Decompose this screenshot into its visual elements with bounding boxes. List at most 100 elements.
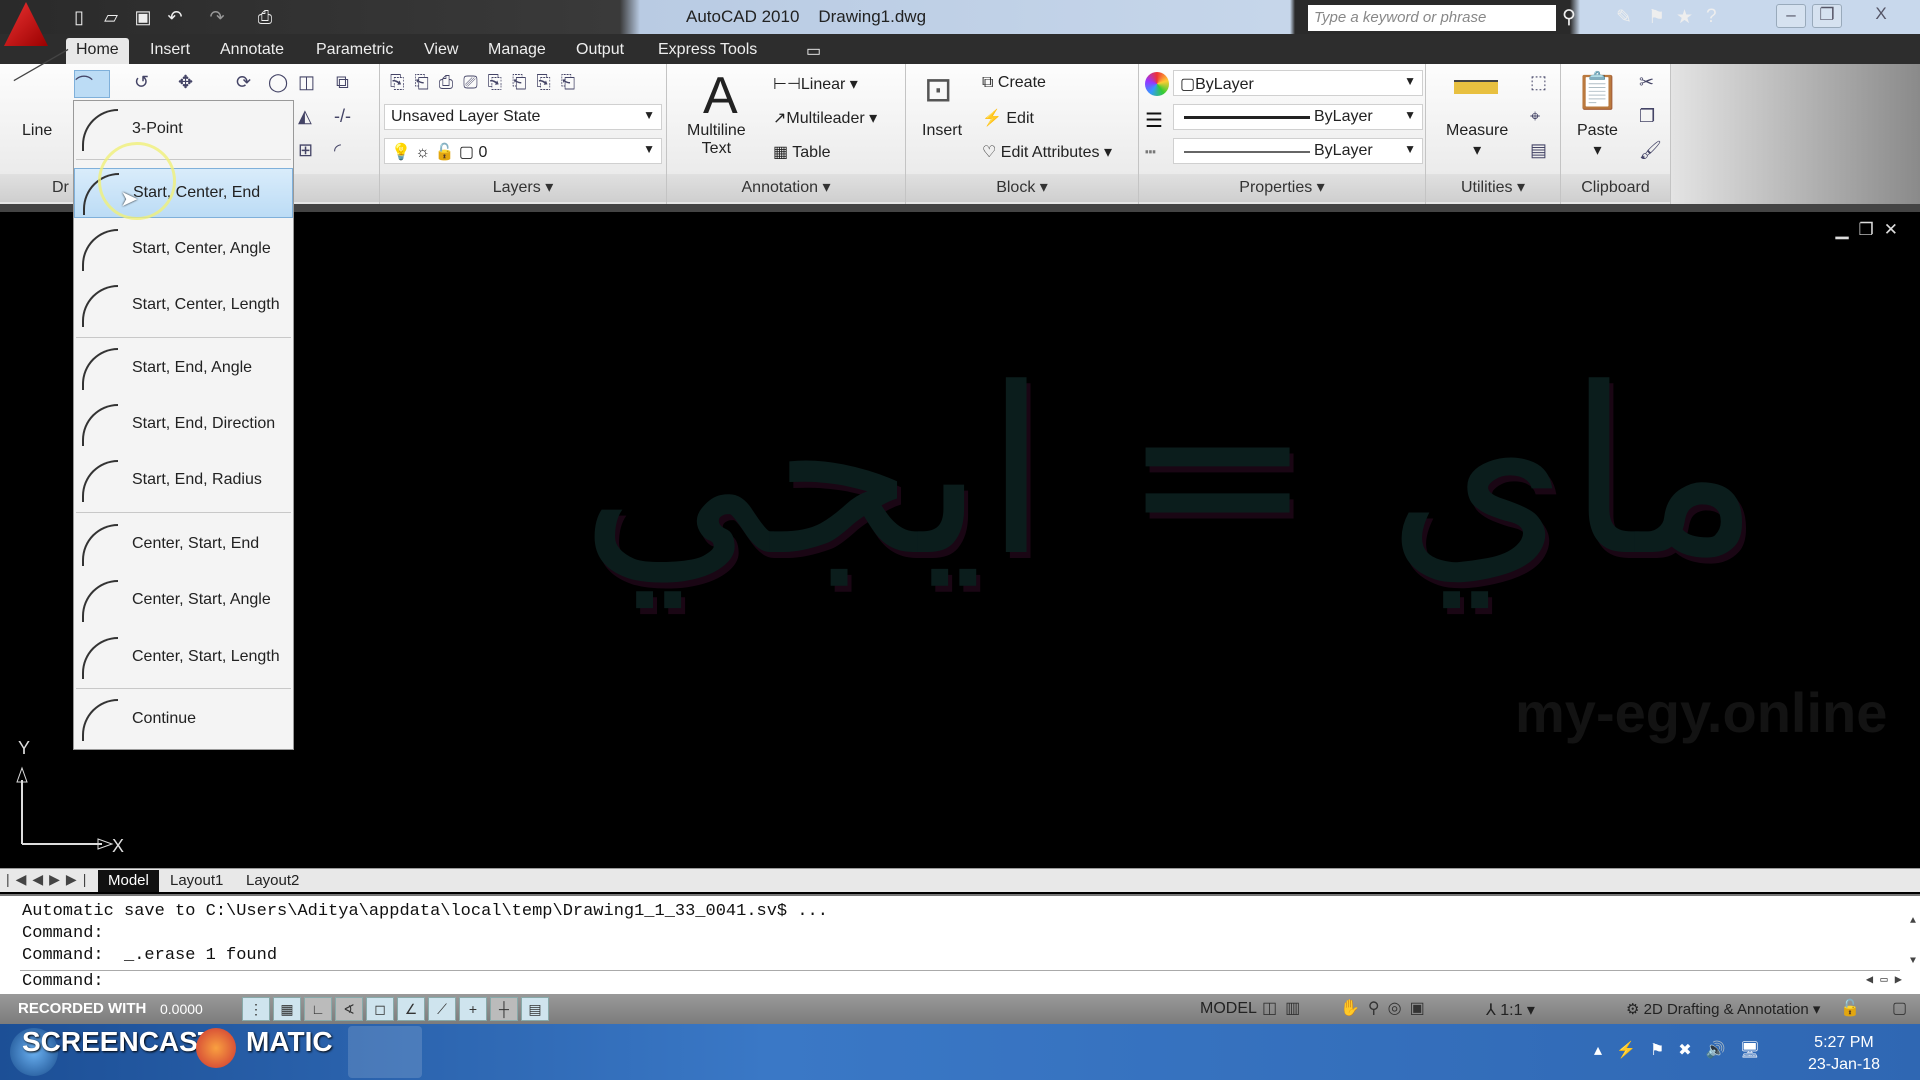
command-scrollbar[interactable]: ▲ ▼ xyxy=(1910,902,1916,982)
layer-dropdown[interactable]: 💡 ☼ 🔓 ▢ 0 ▼ xyxy=(384,138,662,164)
menu-item-center-start-angle[interactable]: Center, Start, Angle xyxy=(74,576,293,626)
tab-manage[interactable]: Manage xyxy=(478,38,556,64)
match-properties-icon[interactable]: 🖌 xyxy=(1639,140,1662,161)
menu-item-start-end-radius[interactable]: Start, End, Radius xyxy=(74,456,293,506)
osnap-toggle[interactable]: ◻ xyxy=(366,997,394,1021)
fillet-icon[interactable]: ◜ xyxy=(334,140,341,161)
menu-item-start-end-direction[interactable]: Start, End, Direction xyxy=(74,400,293,450)
tab-home[interactable]: Home xyxy=(66,38,129,64)
lock-toolbar-icon[interactable]: 🔓 xyxy=(1840,998,1860,1018)
help-icon[interactable]: ? xyxy=(1706,6,1717,28)
snap-toggle[interactable]: ⋮ xyxy=(242,997,270,1021)
explode-icon[interactable]: ⊞ xyxy=(298,140,313,161)
multiline-text-button[interactable]: Multiline Text xyxy=(687,122,746,158)
ortho-toggle[interactable]: ∟ xyxy=(304,997,332,1021)
otrack-toggle[interactable]: ∠ xyxy=(397,997,425,1021)
tab-layout2[interactable]: Layout2 xyxy=(236,870,309,892)
workspace-switcher[interactable]: ⚙ 2D Drafting & Annotation ▾ xyxy=(1626,1000,1820,1018)
menu-item-3-point[interactable]: 3-Point xyxy=(74,105,293,155)
restore-button[interactable]: ❐ xyxy=(1812,4,1842,28)
edit-attributes-button[interactable]: ♡ Edit Attributes ▾ xyxy=(982,142,1112,162)
taskbar-app-button[interactable] xyxy=(348,1026,422,1078)
new-icon[interactable]: ▯ xyxy=(68,6,90,28)
linetype-dropdown[interactable]: ByLayer ▼ xyxy=(1173,138,1423,164)
minimize-button[interactable]: – xyxy=(1776,4,1806,28)
create-block-button[interactable]: ⧉ Create xyxy=(982,74,1046,92)
undo-icon[interactable]: ↶ xyxy=(164,6,186,28)
lineweight-toggle[interactable]: ┼ xyxy=(490,997,518,1021)
wrench-icon[interactable]: ✎ xyxy=(1616,6,1632,29)
grid-toggle[interactable]: ▦ xyxy=(273,997,301,1021)
arc-button[interactable]: ⌒ xyxy=(74,70,110,98)
clean-screen-icon[interactable]: ▢ xyxy=(1892,998,1907,1018)
redo-icon[interactable]: ↷ xyxy=(206,6,228,28)
viewport-controls[interactable]: ▁❐✕ xyxy=(1835,220,1908,240)
dyn-toggle[interactable]: + xyxy=(459,997,487,1021)
paste-button[interactable]: Paste ▾ xyxy=(1577,122,1618,160)
tab-annotate[interactable]: Annotate xyxy=(210,38,294,64)
star-icon[interactable]: ★ xyxy=(1676,6,1693,29)
tab-express-tools[interactable]: Express Tools xyxy=(648,38,767,64)
ducs-toggle[interactable]: ⟋ xyxy=(428,997,456,1021)
navigation-icons[interactable]: ✋⚲◎▣ xyxy=(1340,998,1433,1018)
block-panel-label[interactable]: Block ▾ xyxy=(906,174,1138,202)
ribbon-minimize-icon[interactable]: ▭ xyxy=(796,38,831,64)
tab-model[interactable]: Model xyxy=(98,870,159,892)
calculator-icon[interactable]: ▤ xyxy=(1530,140,1547,161)
cut-icon[interactable]: ✂ xyxy=(1639,72,1654,93)
annotation-panel-label[interactable]: Annotation ▾ xyxy=(667,174,905,202)
rotate2-icon[interactable]: ◯ xyxy=(268,72,288,93)
array-icon[interactable]: ⧉ xyxy=(336,72,349,93)
layout-nav-arrows[interactable]: |◀◀▶▶| xyxy=(6,871,92,888)
tab-view[interactable]: View xyxy=(414,38,468,64)
copy-clip-icon[interactable]: ❐ xyxy=(1639,106,1655,127)
menu-item-start-center-angle[interactable]: Start, Center, Angle xyxy=(74,225,293,275)
copy-icon[interactable]: ⟳ xyxy=(236,72,251,93)
polar-toggle[interactable]: ∢ xyxy=(335,997,363,1021)
firefox-icon[interactable] xyxy=(196,1028,236,1068)
layout-view-icons[interactable]: ◫▥ xyxy=(1262,998,1308,1018)
layers-panel-label[interactable]: Layers ▾ xyxy=(380,174,666,202)
plot-icon[interactable]: ⎙ xyxy=(254,6,276,28)
layer-tools-icons[interactable]: ⎘⎗⎙⎚⎘⎗⎘⎗ xyxy=(390,72,585,93)
table-button[interactable]: ▦ Table xyxy=(773,142,831,162)
model-button[interactable]: MODEL xyxy=(1200,1000,1257,1018)
menu-item-start-end-angle[interactable]: Start, End, Angle xyxy=(74,344,293,394)
horizontal-scrollbar[interactable]: ◀ ▭ ▶ xyxy=(1866,972,1902,987)
quick-select-icon[interactable]: ⬚ xyxy=(1530,72,1547,93)
clock[interactable]: 5:27 PM 23-Jan-18 xyxy=(1808,1032,1880,1076)
lineweight-dropdown[interactable]: ByLayer ▼ xyxy=(1173,104,1423,130)
close-button[interactable]: X xyxy=(1866,4,1896,28)
linear-button[interactable]: ⊢⊣Linear ▾ xyxy=(773,74,858,94)
tab-layout1[interactable]: Layout1 xyxy=(160,870,233,892)
tab-parametric[interactable]: Parametric xyxy=(306,38,403,64)
break-icon[interactable]: -/- xyxy=(334,106,351,127)
line-button[interactable]: Line xyxy=(22,122,52,140)
menu-item-start-center-length[interactable]: Start, Center, Length xyxy=(74,281,293,331)
measure-button[interactable]: Measure ▾ xyxy=(1446,122,1508,160)
binoculars-icon[interactable]: ⚲ xyxy=(1562,6,1576,29)
insert-button[interactable]: Insert xyxy=(922,122,962,140)
tab-insert[interactable]: Insert xyxy=(140,38,200,64)
menu-item-continue[interactable]: Continue xyxy=(74,695,293,745)
search-input[interactable]: Type a keyword or phrase xyxy=(1308,5,1556,31)
system-tray-icons[interactable]: ▴⚡⚑✖🔊🖥 xyxy=(1594,1040,1774,1060)
command-window[interactable]: Automatic save to C:\Users\Aditya\appdat… xyxy=(0,894,1920,994)
layer-state-dropdown[interactable]: Unsaved Layer State ▼ xyxy=(384,104,662,130)
satellite-icon[interactable]: ⚑ xyxy=(1648,6,1665,29)
scale-icon[interactable]: ◫ xyxy=(298,72,315,93)
annotation-scale[interactable]: ⅄ 1:1 ▾ xyxy=(1486,1000,1535,1020)
quick-properties-toggle[interactable]: ▤ xyxy=(521,997,549,1021)
multileader-button[interactable]: ↗Multileader ▾ xyxy=(773,108,877,128)
mirror-icon[interactable]: ◭ xyxy=(298,106,312,127)
move-icon[interactable]: ✥ xyxy=(178,72,193,93)
tab-output[interactable]: Output xyxy=(566,38,634,64)
rotate-icon[interactable]: ↺ xyxy=(134,72,149,93)
menu-item-center-start-length[interactable]: Center, Start, Length xyxy=(74,633,293,683)
open-icon[interactable]: ▱ xyxy=(100,6,122,28)
clipboard-panel-label[interactable]: Clipboard xyxy=(1561,174,1670,202)
edit-block-button[interactable]: ⚡ Edit xyxy=(982,108,1034,128)
color-dropdown[interactable]: ▢ByLayer ▼ xyxy=(1173,70,1423,96)
properties-panel-label[interactable]: Properties ▾ xyxy=(1139,174,1425,202)
utilities-panel-label[interactable]: Utilities ▾ xyxy=(1426,174,1560,202)
